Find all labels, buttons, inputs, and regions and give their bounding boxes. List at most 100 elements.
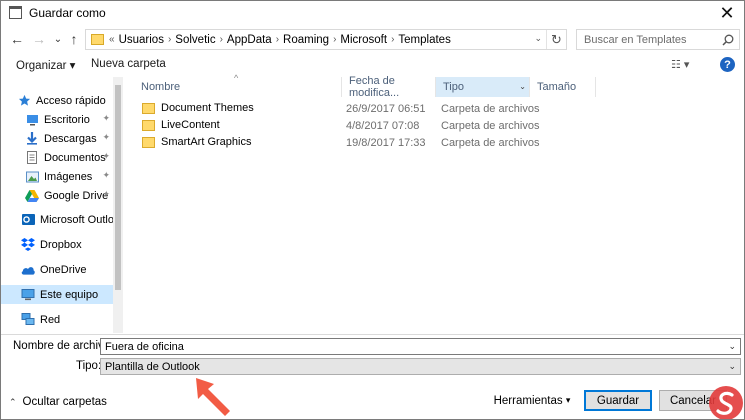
nav-item-network[interactable]: Red [1, 310, 113, 329]
outlook-icon [21, 213, 35, 227]
chevron-down-icon[interactable]: ⌄ [519, 82, 526, 91]
hide-folders-button[interactable]: ⌃ Ocultar carpetas [9, 396, 107, 408]
column-label: Fecha de modifica... [349, 75, 400, 99]
breadcrumb-solvetic[interactable]: Solvetic [175, 34, 215, 46]
pin-icon[interactable]: ✦ [102, 189, 110, 200]
tools-label: Herramientas [493, 394, 563, 407]
address-overflow[interactable]: « [109, 34, 115, 45]
forward-button[interactable]: → [30, 30, 48, 48]
organize-menu-button[interactable]: Organizar ▾ [16, 58, 75, 72]
file-date: 4/8/2017 07:08 [346, 120, 420, 132]
nav-item-quick-access[interactable]: Acceso rápido [1, 91, 113, 110]
view-options-button[interactable]: ☷ ▾ [671, 58, 689, 71]
computer-icon [21, 288, 35, 302]
annotation-arrow-icon [196, 378, 230, 416]
onedrive-icon [21, 263, 35, 277]
nav-item-label: Google Drive [44, 189, 109, 202]
chevron-down-icon: ▾ [565, 395, 571, 405]
sort-indicator-icon: ^ [234, 73, 239, 83]
nav-item-downloads[interactable]: Descargas ✦ [1, 129, 113, 148]
nav-item-label: Escritorio [44, 113, 90, 126]
file-name: LiveContent [142, 119, 220, 131]
folder-icon [142, 136, 155, 148]
file-row[interactable]: Document Themes 26/9/2017 06:51 Carpeta … [134, 101, 740, 118]
divider [1, 334, 744, 335]
breadcrumb-separator[interactable]: › [276, 34, 279, 45]
file-date: 19/8/2017 17:33 [346, 137, 426, 149]
breadcrumb-usuarios[interactable]: Usuarios [119, 34, 164, 46]
back-button[interactable]: ← [8, 30, 26, 48]
scrollbar-thumb[interactable] [115, 85, 121, 290]
type-label: Tipo: [76, 360, 102, 372]
folder-icon [91, 34, 104, 45]
column-label: Tipo [443, 81, 464, 93]
close-button[interactable]: ✕ [710, 1, 744, 25]
pin-icon[interactable]: ✦ [102, 151, 110, 162]
nav-item-microsoft-outlook[interactable]: Microsoft Outlook [1, 210, 123, 229]
navigation-scrollbar[interactable] [113, 77, 123, 333]
nav-item-onedrive[interactable]: OneDrive [1, 260, 113, 279]
search-box[interactable]: Buscar en Templates [576, 29, 740, 50]
column-header-name[interactable]: Nombre ^ [134, 73, 342, 97]
chevron-down-icon[interactable]: ⌄ [728, 341, 736, 352]
nav-item-documents[interactable]: Documentos ✦ [1, 148, 113, 167]
nav-item-google-drive[interactable]: Google Drive ✦ [1, 186, 113, 205]
navigation-pane: Acceso rápido Escritorio ✦ Descargas ✦ D… [1, 77, 123, 333]
window-icon [9, 6, 22, 19]
nav-item-label: Red [40, 313, 61, 326]
desktop-icon [25, 113, 39, 127]
filename-field[interactable]: Fuera de oficina ⌄ [100, 338, 741, 355]
breadcrumb-separator[interactable]: › [333, 34, 336, 45]
help-button[interactable]: ? [720, 57, 735, 72]
file-row[interactable]: LiveContent 4/8/2017 07:08 Carpeta de ar… [134, 118, 740, 135]
folder-icon [142, 102, 155, 114]
tools-button[interactable]: Herramientas ▾ [491, 390, 573, 411]
command-bar: Organizar ▾ Nueva carpeta ☷ ▾ ? [1, 54, 744, 76]
file-row[interactable]: SmartArt Graphics 19/8/2017 17:33 Carpet… [134, 135, 740, 152]
star-icon [17, 94, 31, 108]
breadcrumb-appdata[interactable]: AppData [227, 34, 272, 46]
breadcrumb-separator[interactable]: › [220, 34, 223, 45]
new-folder-button[interactable]: Nueva carpeta [91, 58, 166, 70]
address-bar[interactable]: « Usuarios › Solvetic › AppData › Roamin… [85, 29, 567, 50]
column-label: Tamaño [537, 81, 577, 93]
file-type-value: Plantilla de Outlook [105, 360, 200, 373]
column-header-type[interactable]: Tipo ⌄ [436, 77, 530, 97]
nav-item-pictures[interactable]: Imágenes ✦ [1, 167, 113, 186]
pin-icon[interactable]: ✦ [102, 113, 110, 124]
breadcrumb-separator[interactable]: › [391, 34, 394, 45]
breadcrumb-microsoft[interactable]: Microsoft [340, 34, 387, 46]
nav-item-desktop[interactable]: Escritorio ✦ [1, 110, 113, 129]
breadcrumb-separator[interactable]: › [168, 34, 171, 45]
file-type-select[interactable]: Plantilla de Outlook ⌄ [100, 358, 741, 375]
file-type: Carpeta de archivos [441, 103, 540, 115]
save-button[interactable]: Guardar [584, 390, 652, 411]
refresh-button[interactable]: ↻ [546, 30, 566, 49]
window-title: Guardar como [29, 6, 106, 20]
up-button[interactable]: ↑ [65, 30, 83, 48]
column-header-size[interactable]: Tamaño [530, 77, 596, 97]
breadcrumb-roaming[interactable]: Roaming [283, 34, 329, 46]
file-date: 26/9/2017 06:51 [346, 103, 426, 115]
file-name-text: SmartArt Graphics [161, 136, 252, 148]
file-type: Carpeta de archivos [441, 137, 540, 149]
search-icon[interactable] [717, 34, 739, 46]
address-dropdown-button[interactable]: ⌄ [534, 33, 542, 44]
hide-folders-label: Ocultar carpetas [22, 396, 107, 408]
filename-value: Fuera de oficina [105, 340, 184, 353]
nav-item-label: OneDrive [40, 263, 87, 276]
file-name: SmartArt Graphics [142, 136, 251, 148]
nav-item-label: Documentos [44, 151, 106, 164]
chevron-down-icon[interactable]: ⌄ [728, 361, 736, 372]
column-header-date[interactable]: Fecha de modifica... [342, 75, 436, 99]
nav-item-dropbox[interactable]: Dropbox [1, 235, 113, 254]
filename-label: Nombre de archivo: [13, 340, 114, 352]
pin-icon[interactable]: ✦ [102, 170, 110, 181]
pictures-icon [25, 170, 39, 184]
nav-item-this-pc[interactable]: Este equipo [1, 285, 113, 304]
file-name-text: LiveContent [161, 119, 220, 131]
breadcrumb-templates[interactable]: Templates [398, 34, 450, 46]
file-type: Carpeta de archivos [441, 120, 540, 132]
search-input[interactable]: Buscar en Templates [584, 34, 717, 46]
pin-icon[interactable]: ✦ [102, 132, 110, 143]
